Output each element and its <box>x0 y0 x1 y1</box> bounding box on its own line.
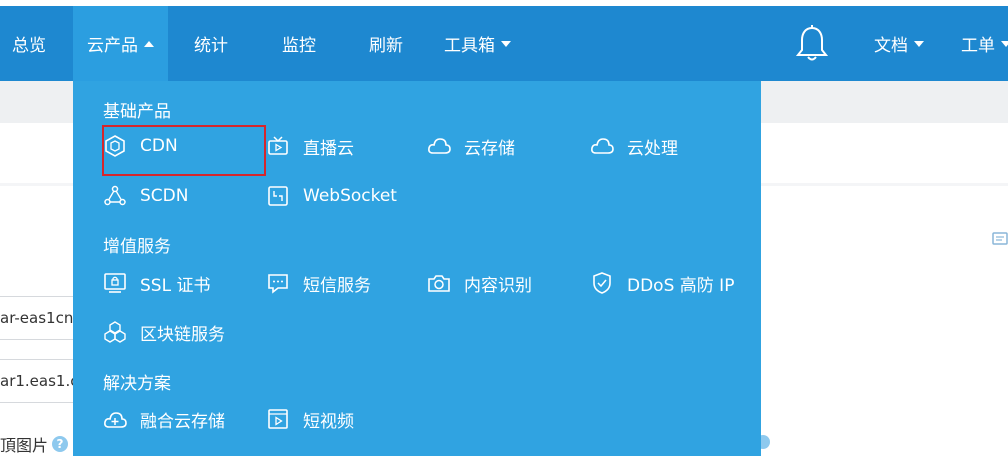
nav-monitor-label: 监控 <box>282 36 316 56</box>
lock-monitor-icon <box>104 273 126 293</box>
menu-item-label: SSL 证书 <box>140 275 211 296</box>
network-nodes-icon <box>104 185 126 206</box>
menu-item-label: 区块链服务 <box>140 324 225 345</box>
cloud-icon <box>591 138 614 154</box>
menu-item-label: 短视频 <box>303 411 354 432</box>
chat-bubble-icon <box>268 274 288 294</box>
menu-item-live-cloud[interactable]: 直播云 <box>266 131 354 161</box>
text-input-partial[interactable]: ar-eas1cn <box>0 296 76 340</box>
menu-item-converged-storage[interactable]: 融合云存储 <box>103 404 225 434</box>
menu-item-cloud-processing[interactable]: 云处理 <box>590 131 678 161</box>
nav-toolbox-label: 工具箱 <box>444 36 495 56</box>
nav-tickets[interactable]: 工单 <box>961 6 1008 81</box>
nav-refresh-label: 刷新 <box>369 36 403 56</box>
caret-down-icon <box>1001 40 1008 47</box>
field-label-partial: 頂图片? <box>0 432 69 456</box>
menu-item-ssl[interactable]: SSL 证书 <box>103 268 210 298</box>
section-title-value-added: 增值服务 <box>103 237 171 257</box>
nav-docs-label: 文档 <box>874 36 908 56</box>
menu-item-label: 短信服务 <box>303 275 371 296</box>
section-title-solutions: 解决方案 <box>103 374 171 394</box>
menu-item-label: 直播云 <box>303 138 354 159</box>
menu-item-label: 云存储 <box>464 138 515 159</box>
caret-down-icon <box>501 40 511 47</box>
video-play-icon <box>268 409 288 429</box>
help-icon[interactable]: ? <box>52 436 69 452</box>
nav-toolbox[interactable]: 工具箱 <box>444 6 511 81</box>
menu-item-cloud-storage[interactable]: 云存储 <box>427 131 515 161</box>
menu-item-label: SCDN <box>140 186 189 206</box>
websocket-icon <box>268 186 288 206</box>
menu-item-label: 内容识别 <box>464 275 532 296</box>
nav-overview-label: 总览 <box>12 36 46 56</box>
menu-item-label: WebSocket <box>303 186 397 206</box>
caret-up-icon <box>144 40 154 47</box>
blockchain-icon <box>104 321 126 343</box>
tv-play-icon <box>268 136 288 155</box>
top-navbar: 总览 云产品 统计 监控 刷新 工具箱 文档 工单 <box>0 6 1008 81</box>
nav-refresh[interactable]: 刷新 <box>369 6 403 81</box>
bell-icon[interactable] <box>795 24 829 64</box>
nav-cloud-products[interactable]: 云产品 <box>73 6 168 81</box>
menu-item-scdn[interactable]: SCDN <box>103 181 188 211</box>
menu-item-label: 云处理 <box>627 138 678 159</box>
input-value: ar1.eas1.c <box>0 372 76 390</box>
cloud-icon <box>428 138 451 154</box>
nav-statistics[interactable]: 统计 <box>194 6 228 81</box>
input-value: ar-eas1cn <box>0 309 74 327</box>
shield-icon <box>593 272 611 294</box>
document-icon[interactable] <box>992 231 1008 247</box>
menu-item-websocket[interactable]: WebSocket <box>266 181 397 211</box>
selection-highlight <box>102 125 266 176</box>
menu-item-sms[interactable]: 短信服务 <box>266 268 371 298</box>
menu-item-label: DDoS 高防 IP <box>627 275 735 296</box>
nav-overview[interactable]: 总览 <box>12 6 46 81</box>
cloud-products-dropdown: 基础产品 CDN 直播云 云存储 云处理 SCDN WebSocket 增值服务… <box>73 81 761 456</box>
menu-item-ddos[interactable]: DDoS 高防 IP <box>590 268 734 298</box>
menu-item-label: 融合云存储 <box>140 411 225 432</box>
nav-tickets-label: 工单 <box>961 36 995 56</box>
caret-down-icon <box>914 40 924 47</box>
camera-icon <box>428 275 450 292</box>
section-title-basic: 基础产品 <box>103 102 171 122</box>
cloud-plus-icon <box>104 412 127 428</box>
nav-monitor[interactable]: 监控 <box>282 6 316 81</box>
nav-docs[interactable]: 文档 <box>874 6 924 81</box>
field-label-text: 頂图片 <box>0 436 49 455</box>
menu-item-content-recognition[interactable]: 内容识别 <box>427 268 532 298</box>
nav-statistics-label: 统计 <box>194 36 228 56</box>
text-input-partial[interactable]: ar1.eas1.c <box>0 359 76 403</box>
menu-item-short-video[interactable]: 短视频 <box>266 404 354 434</box>
nav-cloud-products-label: 云产品 <box>87 36 138 56</box>
menu-item-blockchain[interactable]: 区块链服务 <box>103 317 225 347</box>
